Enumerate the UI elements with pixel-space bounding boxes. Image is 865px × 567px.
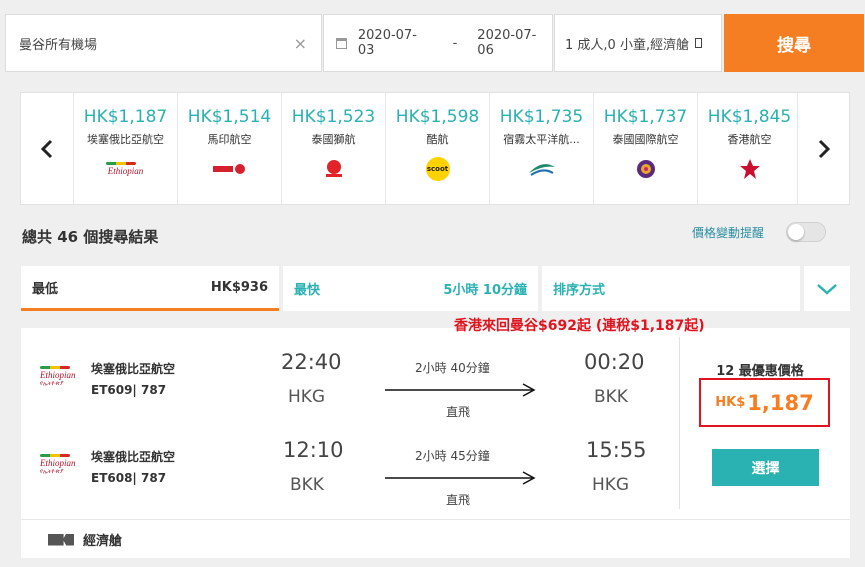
- close-icon[interactable]: ×: [294, 34, 307, 53]
- carousel-airline: 泰國國際航空: [612, 133, 679, 146]
- scoot-logo-text: scoot: [425, 157, 450, 181]
- carousel-airline: 酷航: [426, 133, 449, 146]
- carousel-price: HK$1,845: [707, 107, 792, 127]
- tab-sort[interactable]: 排序方式: [542, 266, 800, 311]
- carousel-airline: 馬印航空: [207, 133, 252, 146]
- flight-number: ET608| 787: [91, 471, 167, 485]
- chevron-left-icon[interactable]: [21, 93, 73, 204]
- tab-lowest[interactable]: 最低 HK$936: [21, 266, 279, 311]
- stops-label: 直飛: [446, 405, 471, 419]
- carousel-airline: 埃塞俄比亞航空: [87, 133, 164, 146]
- date-range-field[interactable]: 2020-07-03 - 2020-07-06: [323, 14, 553, 72]
- flight-number: ET609| 787: [91, 383, 167, 397]
- destination-field[interactable]: 曼谷所有機場 ×: [5, 14, 322, 72]
- price-display: HK$ 1,187: [699, 378, 830, 427]
- scoot-logo: scoot: [386, 157, 489, 181]
- carousel-airline: 泰國獅航: [311, 133, 356, 146]
- ethiopian-logo: Ethiopian: [74, 159, 177, 179]
- carousel-item-malindo[interactable]: HK$1,514 馬印航空: [177, 93, 281, 204]
- price-amount: 1,187: [747, 390, 814, 415]
- carousel-item-hk-airlines[interactable]: HK$1,845 香港航空: [697, 93, 801, 204]
- carousel-price: HK$1,514: [187, 107, 272, 127]
- departure-airport: BKK: [290, 475, 324, 495]
- carousel-item-ethiopian[interactable]: HK$1,187 埃塞俄比亞航空 Ethiopian: [73, 93, 177, 204]
- carousel-item-cebu-pacific[interactable]: HK$1,735 宿霧太平洋航...: [489, 93, 593, 204]
- chevron-down-icon: [817, 283, 837, 295]
- passenger-selector[interactable]: 1 成人,0 小童,經濟艙: [554, 14, 722, 72]
- toggle-knob: [788, 224, 804, 240]
- carousel-airline: 香港航空: [727, 133, 772, 146]
- tab-lowest-value: HK$936: [210, 279, 268, 295]
- price-alert-toggle[interactable]: [786, 222, 826, 242]
- search-button[interactable]: 搜尋: [724, 14, 864, 72]
- tab-fastest-value: 5小時 10分鐘: [443, 283, 527, 298]
- airline-price-carousel: HK$1,187 埃塞俄比亞航空 Ethiopian HK$1,514 馬印航空…: [20, 92, 850, 205]
- carousel-item-scoot[interactable]: HK$1,598 酷航 scoot: [385, 93, 489, 204]
- thai-lion-logo: [282, 159, 385, 179]
- ethiopian-logo-text: Ethiopian: [40, 458, 76, 468]
- carousel-item-thai-airways[interactable]: HK$1,737 泰國國際航空: [593, 93, 697, 204]
- arrival-airport: HKG: [592, 475, 630, 495]
- carousel-price: HK$1,598: [395, 107, 480, 127]
- results-count: 總共 46 個搜尋結果: [22, 228, 159, 246]
- card-divider: [21, 519, 850, 520]
- airline-name: 埃塞俄比亞航空: [91, 362, 176, 376]
- best-price-label: 12 最優惠價格: [716, 364, 804, 379]
- sort-dropdown-button[interactable]: [804, 266, 850, 311]
- price-currency: HK$: [715, 395, 746, 410]
- hk-airlines-logo: [698, 159, 801, 179]
- flight-arrow: [385, 470, 537, 490]
- carousel-price: HK$1,523: [291, 107, 376, 127]
- seat-icon: [48, 533, 74, 546]
- chevron-right-icon[interactable]: [797, 93, 849, 204]
- flight-arrow: [385, 382, 537, 402]
- carousel-price: HK$1,187: [83, 107, 168, 127]
- cebu-pacific-logo: [490, 159, 593, 179]
- carousel-price: HK$1,735: [499, 107, 584, 127]
- select-button[interactable]: 選擇: [712, 449, 819, 486]
- stops-label: 直飛: [446, 493, 471, 507]
- ethiopian-logo-text: Ethiopian: [40, 370, 76, 380]
- airline-logo-inbound: Ethiopian የኢትዮጵያ: [40, 454, 80, 476]
- departure-airport: HKG: [288, 387, 326, 407]
- cabin-class: 經濟艙: [48, 530, 122, 549]
- date-from: 2020-07-03: [357, 28, 417, 58]
- tab-lowest-label: 最低: [32, 281, 59, 297]
- destination-text: 曼谷所有機場: [19, 37, 98, 53]
- ethiopian-logo-subtext: የኢትዮጵያ: [40, 468, 64, 475]
- passenger-text: 1 成人,0 小童,經濟艙: [565, 37, 690, 53]
- calendar-icon: [336, 37, 347, 49]
- malindo-logo: [178, 159, 281, 179]
- dropdown-icon: [695, 38, 703, 48]
- tab-fastest[interactable]: 最快 5小時 10分鐘: [283, 266, 538, 311]
- date-separator: -: [452, 35, 458, 51]
- cabin-label: 經濟艙: [83, 534, 123, 549]
- thai-airways-logo: [594, 159, 697, 179]
- tab-sort-label: 排序方式: [553, 283, 606, 298]
- arrival-airport: BKK: [594, 387, 628, 407]
- price-alert-link[interactable]: 價格變動提醒: [692, 224, 764, 241]
- tab-fastest-label: 最快: [294, 283, 321, 298]
- departure-time: 22:40: [281, 350, 342, 374]
- date-to: 2020-07-06: [477, 28, 537, 58]
- carousel-item-thai-lion[interactable]: HK$1,523 泰國獅航: [281, 93, 385, 204]
- airline-name: 埃塞俄比亞航空: [91, 450, 176, 464]
- column-divider: [679, 337, 680, 509]
- promo-text: 香港來回曼谷$692起 (連稅$1,187起): [454, 318, 705, 334]
- arrival-time: 15:55: [586, 438, 647, 462]
- ethiopian-logo-subtext: የኢትዮጵያ: [40, 380, 64, 387]
- flight-duration: 2小時 45分鐘: [415, 449, 490, 463]
- departure-time: 12:10: [283, 438, 344, 462]
- ethiopian-logo-text: Ethiopian: [107, 166, 144, 176]
- flight-duration: 2小時 40分鐘: [415, 361, 490, 375]
- airline-logo-outbound: Ethiopian የኢትዮጵያ: [40, 366, 80, 388]
- carousel-price: HK$1,737: [603, 107, 688, 127]
- carousel-airline: 宿霧太平洋航...: [503, 133, 580, 146]
- arrival-time: 00:20: [584, 350, 645, 374]
